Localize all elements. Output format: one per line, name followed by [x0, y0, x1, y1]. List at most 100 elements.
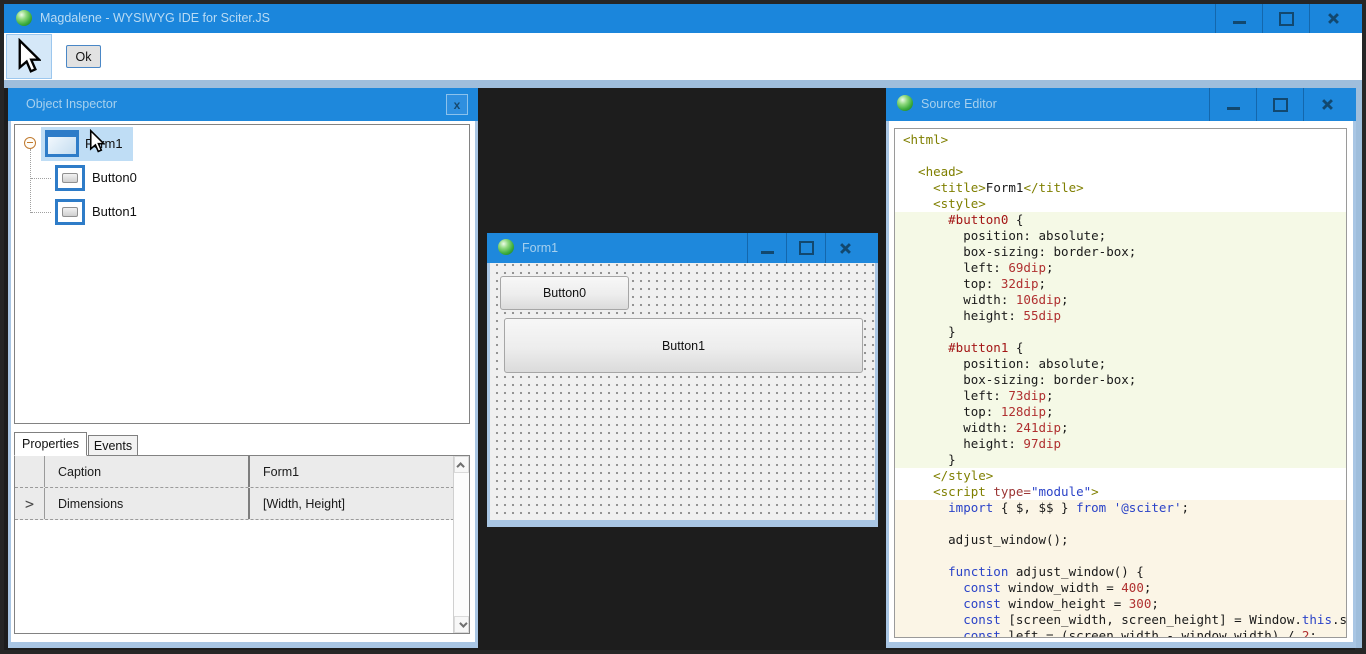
code-token: ; — [1038, 276, 1047, 291]
app-title: Magdalene - WYSIWYG IDE for Sciter.JS — [40, 11, 270, 25]
close-button[interactable] — [1309, 4, 1356, 33]
code-line: left: 73dip; — [895, 388, 1346, 404]
property-value[interactable]: Form1 — [250, 456, 453, 487]
pointer-tool-button[interactable] — [6, 34, 52, 79]
chevron-down-icon — [458, 618, 468, 628]
tree-item-form1[interactable]: Form1 — [15, 127, 469, 161]
tab-properties[interactable]: Properties — [14, 432, 87, 456]
code-token: adjust_window(); — [903, 532, 1069, 547]
tab-events[interactable]: Events — [88, 435, 138, 456]
code-token: ; — [1046, 388, 1054, 403]
maximize-button[interactable] — [1262, 4, 1309, 33]
code-token: 400 — [1121, 580, 1144, 595]
expand-chevron-icon[interactable]: > — [15, 488, 45, 519]
code-line: left: 69dip; — [895, 260, 1346, 276]
code-line: import { $, $$ } from '@sciter'; — [895, 500, 1346, 516]
code-token: 55dip — [1023, 308, 1062, 323]
code-token: function — [903, 564, 1009, 579]
code-line: <title>Form1</title> — [895, 180, 1346, 196]
widget-tree: Form1 Button0 Button1 — [14, 124, 470, 424]
code-editor[interactable]: <html> <head> <title>Form1</title> <styl… — [894, 128, 1347, 638]
code-token: position: absolute; — [903, 356, 1107, 371]
maximize-button[interactable] — [786, 233, 825, 263]
main-titlebar[interactable]: Magdalene - WYSIWYG IDE for Sciter.JS — [4, 4, 1362, 33]
source-editor-window: Source Editor <html> <head> <title>Form1… — [886, 88, 1356, 648]
tree-item-button0[interactable]: Button0 — [15, 161, 469, 195]
code-token: <head> — [903, 164, 964, 179]
code-token: } — [903, 452, 956, 467]
app-window: Magdalene - WYSIWYG IDE for Sciter.JS Ok… — [0, 0, 1366, 654]
maximize-button[interactable] — [1256, 88, 1303, 121]
code-token: ; — [1143, 580, 1152, 595]
close-button[interactable] — [1303, 88, 1350, 121]
source-editor-body: <html> <head> <title>Form1</title> <styl… — [889, 121, 1353, 642]
collapse-toggle-icon[interactable] — [24, 137, 36, 149]
client-frame-top — [4, 80, 1362, 88]
code-token: box-sizing: border-box; — [903, 372, 1137, 387]
object-inspector-window: Object Inspector x Form1 — [8, 88, 478, 648]
code-line: </style> — [895, 468, 1346, 484]
code-token: const — [903, 612, 1001, 627]
app-logo-icon — [16, 10, 32, 26]
designed-button1[interactable]: Button1 — [504, 318, 863, 373]
code-line: width: 241dip; — [895, 420, 1346, 436]
code-line: width: 106dip; — [895, 292, 1346, 308]
code-token: ; — [1061, 420, 1069, 435]
property-row[interactable]: Caption Form1 — [15, 456, 469, 488]
button-icon — [55, 199, 85, 225]
code-token: <title> — [903, 180, 986, 195]
property-value[interactable]: [Width, Height] — [250, 488, 453, 519]
form-titlebar[interactable]: Form1 — [487, 233, 878, 263]
designed-button0[interactable]: Button0 — [500, 276, 629, 310]
code-token: width: — [903, 420, 1016, 435]
properties-scrollbar[interactable] — [453, 456, 469, 633]
row-gutter — [15, 456, 45, 487]
code-line: box-sizing: border-box; — [895, 372, 1346, 388]
main-window-controls — [1215, 4, 1356, 33]
code-line: const window_height = 300; — [895, 596, 1346, 612]
minimize-icon — [1226, 107, 1240, 110]
code-token: left: — [903, 260, 1009, 275]
code-token: left = (screen_width - window_width) / — [1000, 628, 1302, 638]
code-token: #button0 — [903, 212, 1009, 227]
tree-item-button1[interactable]: Button1 — [15, 195, 469, 229]
code-token: const — [903, 628, 1001, 638]
minimize-button[interactable] — [1215, 4, 1262, 33]
code-line: const left = (screen_width - window_widt… — [895, 628, 1346, 638]
object-inspector-close-button[interactable]: x — [446, 94, 468, 115]
close-button[interactable] — [825, 233, 864, 263]
close-icon — [1321, 99, 1333, 110]
code-token: window_width = — [1000, 580, 1122, 595]
code-token: position: absolute; — [903, 228, 1107, 243]
code-line — [895, 516, 1346, 532]
code-token: 128dip — [1000, 404, 1046, 419]
code-line: position: absolute; — [895, 228, 1346, 244]
form-canvas[interactable]: Button0 Button1 — [490, 263, 875, 520]
minimize-button[interactable] — [1209, 88, 1256, 121]
property-row[interactable]: > Dimensions [Width, Height] — [15, 488, 469, 520]
maximize-icon — [1272, 97, 1288, 112]
form-designer-window: Form1 Button0 Button1 — [487, 233, 878, 527]
code-token: width: — [903, 292, 1016, 307]
source-editor-titlebar[interactable]: Source Editor — [886, 88, 1356, 121]
scroll-down-button[interactable] — [454, 616, 469, 633]
code-token: "module" — [1030, 484, 1092, 499]
minimize-icon — [1232, 21, 1246, 24]
minimize-button[interactable] — [747, 233, 786, 263]
chevron-up-icon — [455, 461, 465, 471]
toolbar: Ok — [4, 33, 1362, 80]
scroll-up-button[interactable] — [454, 456, 469, 473]
code-token: ; — [1151, 596, 1159, 611]
code-token: </style> — [903, 468, 994, 483]
code-token: 97dip — [1023, 436, 1062, 451]
pointer-tool-icon — [18, 38, 41, 73]
ok-button[interactable]: Ok — [66, 45, 101, 68]
code-line — [895, 148, 1346, 164]
form-icon — [45, 130, 79, 157]
code-token: ; — [1046, 404, 1054, 419]
tree-item-label: Button0 — [92, 170, 137, 185]
form-window-controls — [747, 233, 864, 263]
object-inspector-titlebar[interactable]: Object Inspector x — [8, 88, 478, 121]
close-icon — [839, 242, 851, 254]
code-token: 32dip — [1000, 276, 1039, 291]
